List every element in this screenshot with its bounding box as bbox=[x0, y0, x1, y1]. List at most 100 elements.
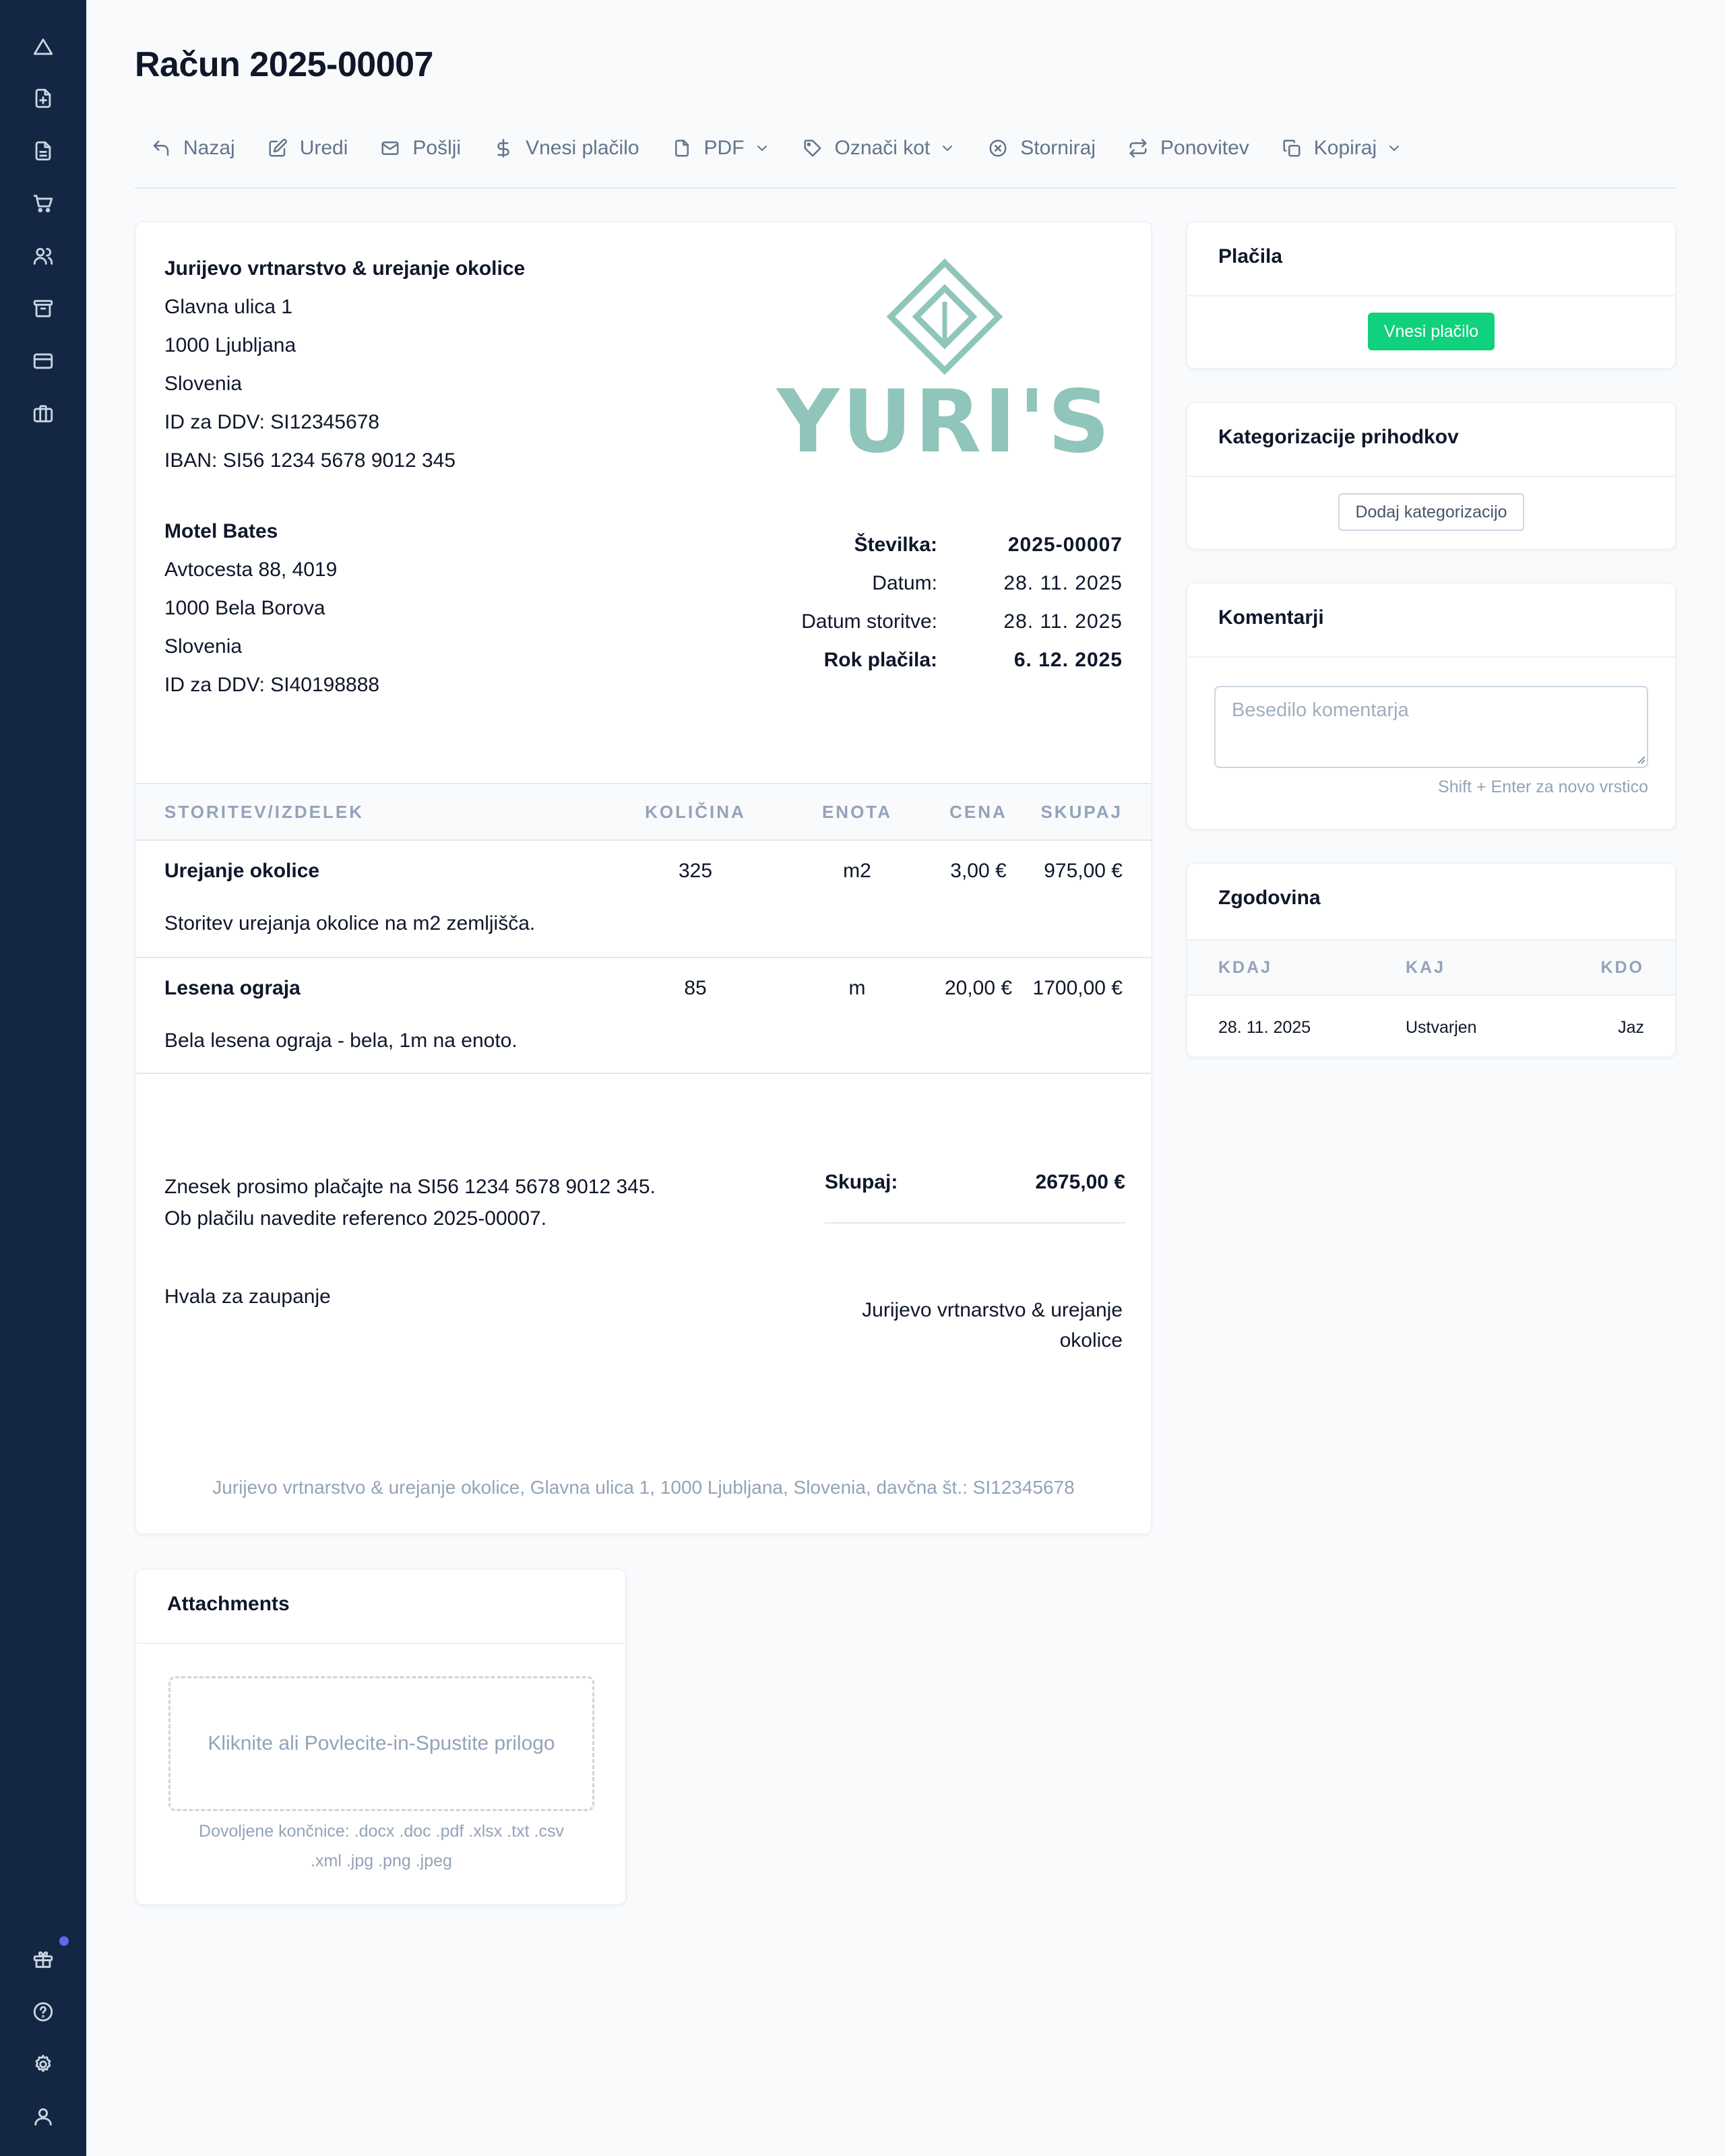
payment-note-line: Znesek prosimo plačajte na SI56 1234 567… bbox=[164, 1176, 656, 1198]
buyer-address: Avtocesta 88, 4019 bbox=[164, 559, 338, 581]
pdf-dropdown[interactable]: PDF bbox=[656, 128, 786, 168]
item-name: Urejanje okolice bbox=[164, 860, 320, 882]
meta-value: 28. 11. 2025 bbox=[1003, 572, 1123, 594]
history-title: Zgodovina bbox=[1218, 887, 1321, 909]
buyer-name: Motel Bates bbox=[164, 520, 278, 542]
repeat-icon bbox=[1129, 139, 1147, 158]
seller-name: Jurijevo vrtnarstvo & urejanje okolice bbox=[164, 257, 526, 280]
buyer-country: Slovenia bbox=[164, 635, 243, 658]
seller-vat: ID za DDV: SI12345678 bbox=[164, 411, 380, 433]
history-what: Ustvarjen bbox=[1406, 1017, 1477, 1037]
add-categorization-button[interactable]: Dodaj kategorizacijo bbox=[1338, 493, 1524, 531]
payments-card: Plačila Vnesi plačilo bbox=[1186, 221, 1676, 369]
meta-label: Rok plačila: bbox=[823, 649, 937, 671]
credit-card-icon[interactable] bbox=[30, 348, 57, 375]
briefcase-icon[interactable] bbox=[30, 400, 57, 427]
col-who: KDO bbox=[1600, 957, 1644, 977]
seller-address: Glavna ulica 1 bbox=[164, 296, 293, 318]
meta-value: 6. 12. 2025 bbox=[1013, 649, 1123, 671]
enter-payment-label: Vnesi plačilo bbox=[526, 137, 639, 159]
send-button[interactable]: Pošlji bbox=[364, 128, 477, 168]
table-row: Lesena ograja 85 m 20,00 € 1700,00 € bbox=[136, 958, 1151, 1019]
card-divider bbox=[136, 1643, 625, 1644]
item-qty: 85 bbox=[684, 977, 707, 999]
seller-country: Slovenia bbox=[164, 373, 243, 395]
seller-block: Jurijevo vrtnarstvo & urejanje okolice G… bbox=[164, 249, 525, 480]
triangle-icon[interactable] bbox=[30, 34, 57, 61]
repeat-label: Ponovitev bbox=[1160, 137, 1249, 159]
seller-city: 1000 Ljubljana bbox=[164, 334, 296, 356]
col-what: KAJ bbox=[1406, 957, 1446, 977]
card-divider bbox=[1187, 656, 1675, 658]
comment-hint: Shift + Enter za novo vrstico bbox=[1438, 778, 1648, 796]
total-value: 2675,00 € bbox=[1035, 1171, 1125, 1193]
help-icon[interactable] bbox=[30, 1998, 57, 2025]
item-qty: 325 bbox=[678, 860, 713, 882]
meta-due-date: Rok plačila: 6. 12. 2025 bbox=[701, 641, 1123, 679]
copy-icon bbox=[1283, 139, 1300, 157]
history-card: Zgodovina KDAJ KAJ KDO 28. 11. 2025 Ustv… bbox=[1186, 862, 1676, 1058]
invoice-footer: Jurijevo vrtnarstvo & urejanje okolice, … bbox=[212, 1477, 1075, 1498]
total-row: Skupaj: 2675,00 € bbox=[825, 1171, 1125, 1194]
col-total: SKUPAJ bbox=[1040, 801, 1123, 822]
col-price: CENA bbox=[949, 801, 1007, 822]
attachment-dropzone[interactable]: Kliknite ali Povlecite-in-Spustite prilo… bbox=[168, 1676, 594, 1811]
cancel-invoice-button[interactable]: Storniraj bbox=[972, 128, 1112, 168]
table-row: Urejanje okolice 325 m2 3,00 € 975,00 € bbox=[136, 841, 1151, 901]
payment-note-line: Ob plačilu navedite referenco 2025-00007… bbox=[164, 1207, 547, 1230]
document-icon[interactable] bbox=[30, 137, 57, 164]
item-name: Lesena ograja bbox=[164, 977, 301, 999]
enter-payment-button[interactable]: Vnesi plačilo bbox=[477, 128, 655, 168]
col-qty: KOLIČINA bbox=[645, 801, 746, 822]
undo-arrow-icon bbox=[153, 140, 169, 156]
card-divider bbox=[1187, 295, 1675, 296]
meta-value: 2025-00007 bbox=[1007, 534, 1123, 556]
card-divider bbox=[1187, 476, 1675, 477]
invoice-preview: Jurijevo vrtnarstvo & urejanje okolice G… bbox=[135, 221, 1152, 1535]
back-label: Nazaj bbox=[183, 137, 235, 159]
meta-number: Številka: 2025-00007 bbox=[701, 526, 1123, 564]
meta-service-date: Datum storitve: 28. 11. 2025 bbox=[701, 602, 1123, 641]
users-icon[interactable] bbox=[30, 243, 57, 270]
back-button[interactable]: Nazaj bbox=[135, 128, 251, 168]
company-logo: YURI'S bbox=[776, 258, 1110, 458]
comments-title: Komentarji bbox=[1218, 606, 1324, 629]
thanks-text: Hvala za zaupanje bbox=[164, 1286, 331, 1308]
allowed-extensions-line: .xml .jpg .png .jpeg bbox=[311, 1851, 452, 1870]
document-plus-icon[interactable] bbox=[30, 85, 57, 112]
copy-dropdown[interactable]: Kopiraj bbox=[1265, 128, 1418, 168]
tag-icon bbox=[804, 139, 821, 157]
archive-icon[interactable] bbox=[30, 295, 57, 322]
buyer-block: Motel Bates Avtocesta 88, 4019 1000 Bela… bbox=[164, 512, 379, 704]
comment-input[interactable] bbox=[1214, 686, 1648, 768]
meta-label: Datum storitve: bbox=[801, 610, 937, 633]
settings-icon[interactable] bbox=[30, 2051, 57, 2078]
item-price: 3,00 € bbox=[950, 860, 1007, 882]
invoice-meta: Številka: 2025-00007 Datum: 28. 11. 2025… bbox=[701, 526, 1123, 679]
enter-payment-card-button[interactable]: Vnesi plačilo bbox=[1368, 313, 1495, 350]
allowed-extensions: Dovoljene končnice: .docx .doc .pdf .xls… bbox=[168, 1816, 594, 1876]
page-title: Račun 2025-00007 bbox=[135, 45, 433, 84]
item-total: 975,00 € bbox=[1044, 860, 1123, 882]
edit-button[interactable]: Uredi bbox=[251, 128, 365, 168]
user-icon[interactable] bbox=[30, 2103, 57, 2130]
copy-label: Kopiraj bbox=[1313, 137, 1377, 159]
categorizations-title: Kategorizacije prihodkov bbox=[1218, 426, 1459, 448]
mark-as-label: Označi kot bbox=[834, 137, 931, 159]
item-total: 1700,00 € bbox=[1032, 977, 1123, 999]
gift-icon[interactable] bbox=[30, 1946, 57, 1973]
edit-label: Uredi bbox=[299, 137, 348, 159]
cart-icon[interactable] bbox=[30, 190, 57, 217]
attachments-title: Attachments bbox=[167, 1593, 290, 1615]
comments-card: Komentarji Shift + Enter za novo vrstico bbox=[1186, 582, 1676, 830]
send-label: Pošlji bbox=[412, 137, 462, 159]
repeat-button[interactable]: Ponovitev bbox=[1112, 128, 1265, 168]
notification-dot bbox=[59, 1936, 69, 1946]
dollar-icon bbox=[497, 139, 509, 158]
allowed-extensions-line: Dovoljene končnice: .docx .doc .pdf .xls… bbox=[199, 1822, 564, 1841]
mark-as-dropdown[interactable]: Označi kot bbox=[786, 128, 972, 168]
resize-handle-icon[interactable] bbox=[1635, 753, 1645, 764]
meta-label: Številka: bbox=[854, 534, 937, 556]
meta-value: 28. 11. 2025 bbox=[1003, 610, 1123, 633]
chevron-down-icon bbox=[1389, 146, 1400, 151]
